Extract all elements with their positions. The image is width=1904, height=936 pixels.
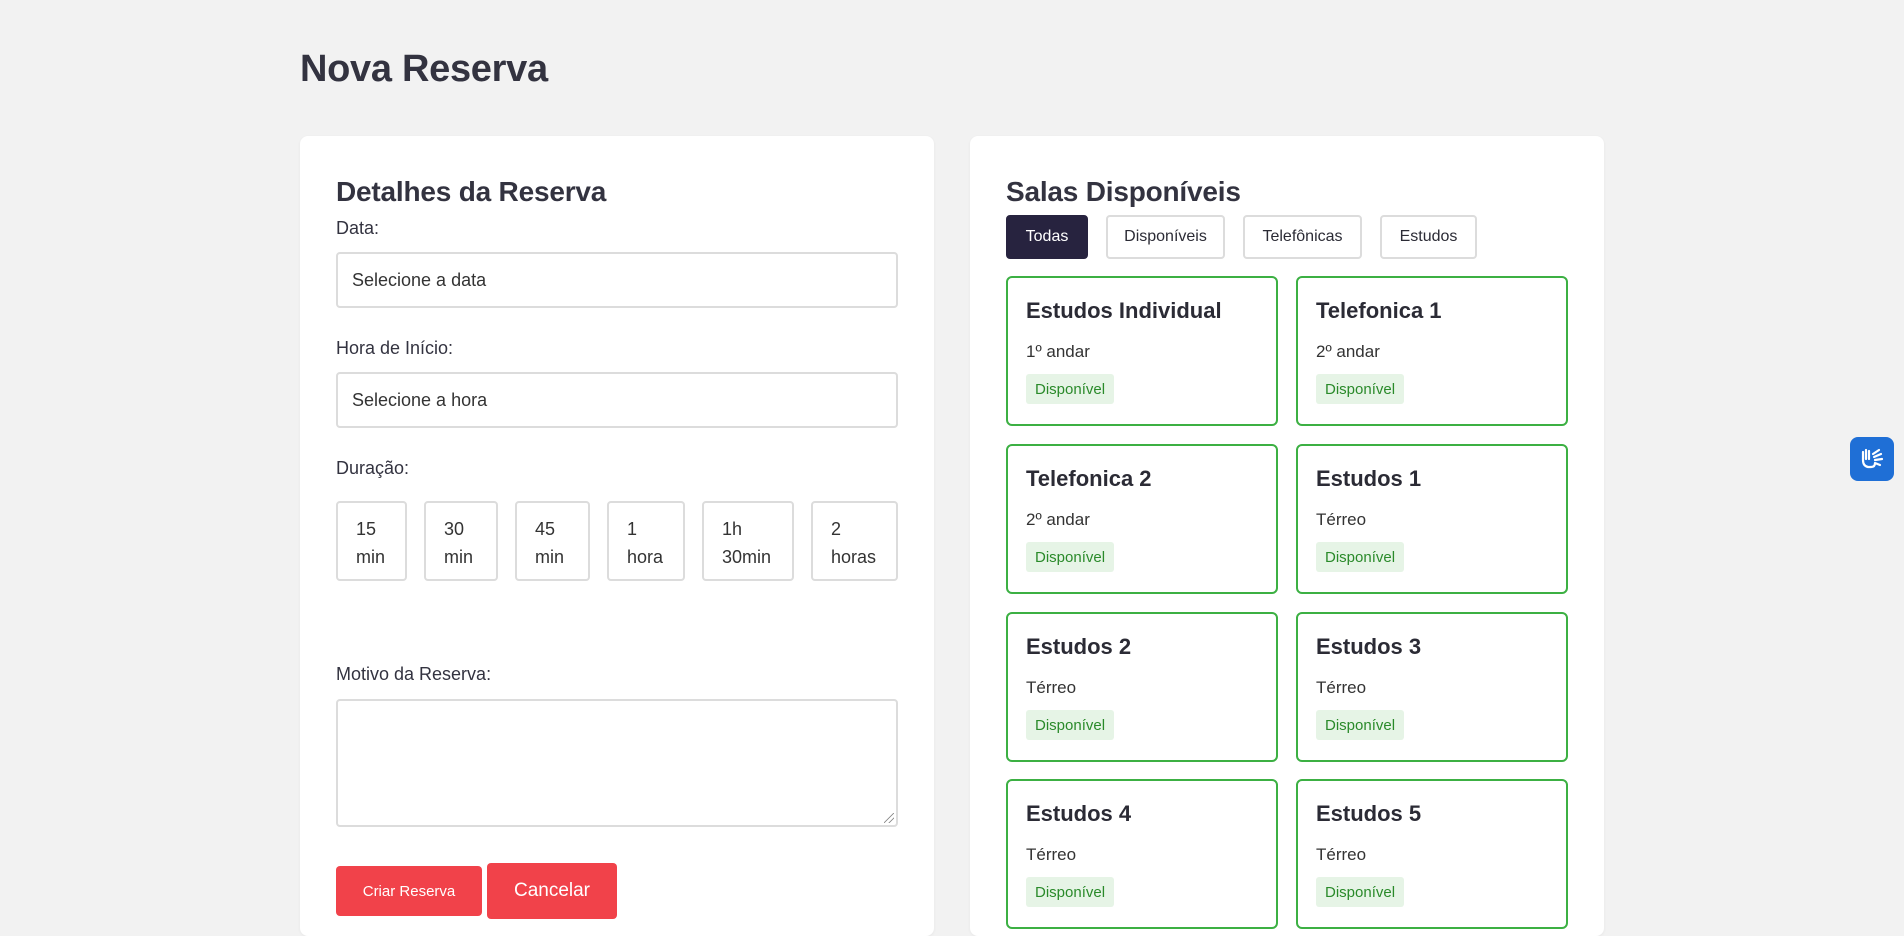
status-badge: Disponível: [1316, 374, 1405, 404]
duration-option-2h[interactable]: 2 horas: [811, 501, 898, 581]
available-rooms-card: Salas Disponíveis Todas Disponíveis Tele…: [970, 136, 1604, 936]
status-badge: Disponível: [1316, 877, 1405, 907]
room-name: Estudos 3: [1316, 634, 1422, 659]
status-badge: Disponível: [1316, 542, 1405, 572]
status-badge: Disponível: [1316, 710, 1405, 740]
date-input-value: Selecione a data: [352, 269, 487, 290]
cancel-button[interactable]: Cancelar: [487, 863, 617, 919]
room-name: Telefonica 2: [1026, 466, 1152, 491]
status-badge: Disponível: [1026, 710, 1115, 740]
start-time-input-value: Selecione a hora: [352, 389, 488, 410]
room-name: Estudos 2: [1026, 634, 1132, 659]
filter-tab-telefonicas[interactable]: Telefônicas: [1243, 215, 1362, 259]
room-card[interactable]: Estudos 5 Térreo Disponível: [1296, 779, 1568, 929]
room-card[interactable]: Estudos 3 Térreo Disponível: [1296, 612, 1568, 762]
accessibility-button[interactable]: [1850, 437, 1894, 481]
status-badge: Disponível: [1026, 877, 1115, 907]
room-name: Estudos 5: [1316, 801, 1422, 826]
room-floor: Térreo: [1316, 510, 1367, 529]
room-name: Estudos 1: [1316, 466, 1422, 491]
reason-textarea[interactable]: [336, 699, 898, 827]
filter-tab-disponiveis[interactable]: Disponíveis: [1106, 215, 1225, 259]
create-reservation-button[interactable]: Criar Reserva: [336, 866, 482, 916]
reservation-details-card: Detalhes da Reserva Data: Selecione a da…: [300, 136, 934, 936]
room-floor: 2º andar: [1026, 510, 1090, 529]
start-time-label: Hora de Início:: [336, 338, 454, 358]
duration-option-30min[interactable]: 30 min: [424, 501, 498, 581]
room-card[interactable]: Estudos 2 Térreo Disponível: [1006, 612, 1278, 762]
room-name: Telefonica 1: [1316, 298, 1442, 323]
room-card[interactable]: Telefonica 1 2º andar Disponível: [1296, 276, 1568, 426]
date-input[interactable]: Selecione a data: [336, 252, 898, 308]
room-floor: Térreo: [1026, 845, 1077, 864]
resize-grip-icon[interactable]: [884, 813, 894, 823]
page-title: Nova Reserva: [300, 48, 548, 90]
filter-tab-estudos[interactable]: Estudos: [1380, 215, 1477, 259]
room-card[interactable]: Telefonica 2 2º andar Disponível: [1006, 444, 1278, 594]
sign-language-hands-icon: [1861, 448, 1884, 469]
room-floor: Térreo: [1316, 845, 1367, 864]
room-name: Estudos 4: [1026, 801, 1132, 826]
room-floor: Térreo: [1316, 678, 1367, 697]
room-floor: 2º andar: [1316, 342, 1380, 361]
reason-label: Motivo da Reserva:: [336, 664, 492, 684]
date-label: Data:: [336, 218, 380, 238]
room-card[interactable]: Estudos 1 Térreo Disponível: [1296, 444, 1568, 594]
duration-option-15min[interactable]: 15 min: [336, 501, 407, 581]
room-name: Estudos Individual: [1026, 298, 1222, 323]
start-time-input[interactable]: Selecione a hora: [336, 372, 898, 428]
duration-option-1h[interactable]: 1 hora: [607, 501, 685, 581]
details-title: Detalhes da Reserva: [336, 176, 607, 207]
room-card[interactable]: Estudos 4 Térreo Disponível: [1006, 779, 1278, 929]
room-floor: 1º andar: [1026, 342, 1090, 361]
duration-option-45min[interactable]: 45 min: [515, 501, 590, 581]
rooms-title: Salas Disponíveis: [1006, 176, 1241, 207]
duration-option-1h30[interactable]: 1h 30min: [702, 501, 794, 581]
duration-label: Duração:: [336, 458, 410, 478]
room-card[interactable]: Estudos Individual 1º andar Disponível: [1006, 276, 1278, 426]
filter-tab-todas[interactable]: Todas: [1006, 215, 1088, 259]
status-badge: Disponível: [1026, 374, 1115, 404]
status-badge: Disponível: [1026, 542, 1115, 572]
room-floor: Térreo: [1026, 678, 1077, 697]
